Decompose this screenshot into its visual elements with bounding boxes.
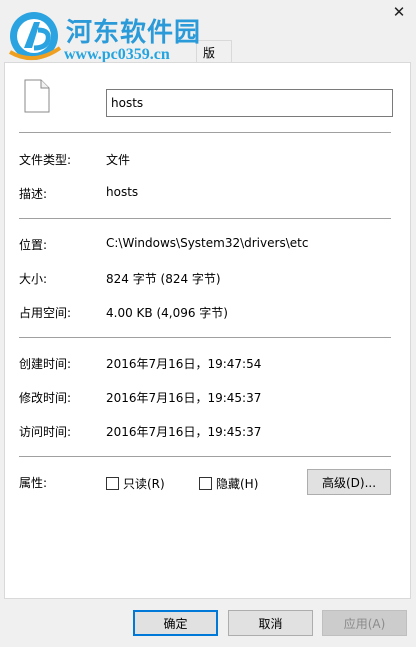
location-value: C:\Windows\System32\drivers\etc <box>106 236 309 250</box>
file-name-input[interactable] <box>106 89 393 117</box>
watermark-title: 河东软件园 <box>66 18 202 48</box>
cancel-button[interactable]: 取消 <box>228 610 313 636</box>
disk-size-row: 占用空间: 4.00 KB (4,096 字节) <box>19 304 399 322</box>
ok-button[interactable]: 确定 <box>133 610 218 636</box>
file-type-row: 文件类型: 文件 <box>19 151 399 169</box>
readonly-label[interactable]: 只读(R) <box>123 475 165 492</box>
created-row: 创建时间: 2016年7月16日，19:47:54 <box>19 355 399 373</box>
cancel-button-label: 取消 <box>258 616 283 631</box>
size-label: 大小: <box>19 272 48 286</box>
divider <box>19 132 391 133</box>
properties-dialog: ✕ 版本 河东软件园 www.pc0359.cn 文件类型: 文件 描述: <box>0 0 416 647</box>
description-row: 描述: hosts <box>19 185 399 203</box>
modified-value: 2016年7月16日，19:45:37 <box>106 391 262 405</box>
divider <box>19 337 391 338</box>
size-value: 824 字节 (824 字节) <box>106 272 221 286</box>
apply-button-label: 应用(A) <box>343 616 386 631</box>
watermark: 河东软件园 www.pc0359.cn <box>4 8 204 68</box>
file-icon <box>24 79 50 113</box>
close-icon: ✕ <box>392 3 406 21</box>
accessed-label: 访问时间: <box>19 425 72 439</box>
hidden-checkbox[interactable] <box>199 476 212 490</box>
advanced-button-label: 高级(D)... <box>321 475 377 490</box>
disk-size-value: 4.00 KB (4,096 字节) <box>106 306 228 320</box>
modified-label: 修改时间: <box>19 391 72 405</box>
file-type-value: 文件 <box>106 153 131 167</box>
created-label: 创建时间: <box>19 357 72 371</box>
size-row: 大小: 824 字节 (824 字节) <box>19 270 399 288</box>
created-value: 2016年7月16日，19:47:54 <box>106 357 262 371</box>
attributes-label: 属性: <box>19 476 48 490</box>
divider <box>19 218 391 219</box>
accessed-value: 2016年7月16日，19:45:37 <box>106 425 262 439</box>
hidden-label[interactable]: 隐藏(H) <box>216 475 258 492</box>
disk-size-label: 占用空间: <box>19 306 72 320</box>
apply-button[interactable]: 应用(A) <box>322 610 407 636</box>
hidden-checkbox-group[interactable]: 隐藏(H) <box>199 474 258 492</box>
watermark-logo-icon <box>8 12 62 60</box>
description-label: 描述: <box>19 187 48 201</box>
modified-row: 修改时间: 2016年7月16日，19:45:37 <box>19 389 399 407</box>
location-label: 位置: <box>19 238 48 252</box>
location-row: 位置: C:\Windows\System32\drivers\etc <box>19 236 399 254</box>
advanced-button[interactable]: 高级(D)... <box>307 469 391 495</box>
file-type-label: 文件类型: <box>19 153 72 167</box>
ok-button-label: 确定 <box>163 616 188 631</box>
description-value: hosts <box>106 185 139 199</box>
accessed-row: 访问时间: 2016年7月16日，19:45:37 <box>19 423 399 441</box>
close-button[interactable]: ✕ <box>388 2 410 22</box>
divider <box>19 456 391 457</box>
readonly-checkbox-group[interactable]: 只读(R) <box>106 474 165 492</box>
readonly-checkbox[interactable] <box>106 476 119 490</box>
general-tab-panel: 文件类型: 文件 描述: hosts 位置: C:\Windows\System… <box>4 62 411 599</box>
